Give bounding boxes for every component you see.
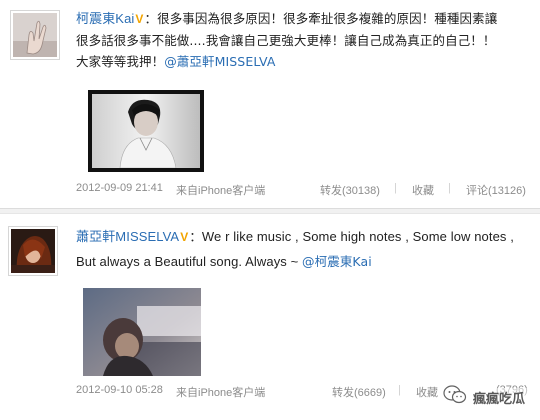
weibo-post-1: 柯震東KaiV：很多事因為很多原因！很多牽扯很多複雜的原因！種種因素讓 很多話很… [0, 0, 540, 210]
post-text-line: 很多話很多事不能做....我會讓自己更強大更棒！讓自己成為真正的自己！！ [76, 33, 496, 48]
post-photo[interactable] [83, 288, 201, 376]
timestamp[interactable]: 2012-09-09 21:41 [76, 182, 163, 194]
avatar[interactable] [8, 226, 58, 276]
post-text-line: But always a Beautiful song. Always ~ [76, 254, 303, 269]
post-text-line: 很多事因為很多原因！很多牽扯很多複雜的原因！種種因素讓 [157, 11, 498, 26]
author-name[interactable]: 柯震東Kai [76, 11, 134, 26]
verified-badge-icon: V [135, 12, 144, 26]
post-text: 柯震東KaiV：很多事因為很多原因！很多牽扯很多複雜的原因！種種因素讓 很多話很… [76, 8, 532, 72]
mention-link[interactable]: @柯震東Kai [302, 254, 372, 269]
watermark-text: 瘋瘋吃瓜 [471, 387, 528, 407]
comment-button[interactable]: 评论(13126) [466, 182, 526, 198]
post-text: 蕭亞軒MISSELVAV：We r like music , Some high… [76, 229, 514, 269]
favorite-button[interactable]: 收藏 [412, 182, 434, 198]
repost-button[interactable]: 转发(30138) [320, 182, 380, 198]
repost-button[interactable]: 转发(6669) [332, 384, 386, 400]
divider: | [394, 182, 397, 194]
verified-badge-icon: V [180, 230, 189, 244]
watermark: 瘋瘋吃瓜 [443, 383, 538, 411]
divider: | [398, 384, 401, 396]
post-text-line: 大家等等我押！ [76, 54, 165, 69]
avatar-image [13, 13, 57, 57]
source-label[interactable]: 来自iPhone客户端 [176, 384, 265, 400]
source-label[interactable]: 来自iPhone客户端 [176, 182, 265, 198]
mention-link[interactable]: @蕭亞軒MISSELVA [164, 54, 275, 69]
author-name[interactable]: 蕭亞軒MISSELVA [76, 229, 179, 244]
avatar[interactable] [10, 10, 60, 60]
post-meta: 2012-09-09 21:41 来自iPhone客户端 转发(30138) |… [76, 182, 532, 200]
wechat-logo-icon [443, 384, 467, 410]
post-text-line: We r like music , Some high notes , Some… [201, 229, 514, 244]
divider: | [448, 182, 451, 194]
avatar-image [11, 229, 55, 273]
favorite-button[interactable]: 收藏 [416, 384, 438, 400]
post-photo[interactable] [88, 90, 204, 172]
timestamp[interactable]: 2012-09-10 05:28 [76, 384, 163, 396]
